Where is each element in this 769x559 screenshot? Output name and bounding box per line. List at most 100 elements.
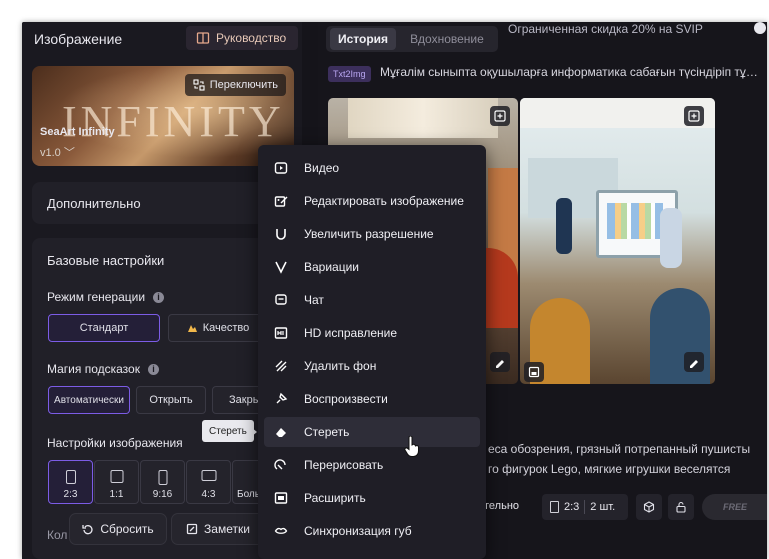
menu-item-reproduce[interactable]: Воспроизвести [264, 384, 480, 414]
brush-icon[interactable] [490, 352, 510, 372]
image-settings-label: Настройки изображения [47, 436, 183, 450]
menu-label: Синхронизация губ [304, 524, 412, 538]
footer-partial-label: Кол [47, 528, 68, 542]
save-icon[interactable] [524, 362, 544, 382]
model-version: v1.0 ﹀ [40, 144, 75, 160]
tab-inspiration[interactable]: Вдохновение [400, 28, 494, 50]
menu-item-lip-sync[interactable]: Синхронизация губ [264, 516, 480, 546]
quality-icon [187, 324, 197, 332]
reset-button[interactable]: Сбросить [70, 514, 166, 544]
tab-history[interactable]: История [330, 28, 396, 50]
ratio-4-3[interactable]: 4:3 [186, 460, 231, 504]
reset-label: Сбросить [100, 522, 154, 536]
advanced-section[interactable]: Дополнительно [32, 182, 294, 224]
menu-item-redraw[interactable]: Перерисовать [264, 450, 480, 480]
reproduce-icon [272, 390, 290, 408]
add-icon[interactable] [684, 106, 704, 126]
app-window: Изображение Руководство INFINITY Переклю… [22, 22, 767, 559]
prompt-text-line-1: еса обозрения, грязный потрепанный пушис… [488, 442, 751, 456]
prompt-magic-label: Магия подсказок i [47, 362, 159, 376]
hand-cursor-icon [404, 436, 419, 457]
ratio-label: 1:1 [109, 489, 124, 500]
tooltip: Стереть [202, 420, 254, 442]
mode-quality-button[interactable]: Качество [168, 314, 268, 342]
menu-item-edit-image[interactable]: Редактировать изображение [264, 186, 480, 216]
mode-standard-button[interactable]: Стандарт [48, 314, 160, 342]
menu-item-erase[interactable]: Стереть [264, 417, 480, 447]
menu-item-hd-fix[interactable]: HD исправление [264, 318, 480, 348]
menu-label: Расширить [304, 491, 366, 505]
menu-item-variations[interactable]: Вариации [264, 252, 480, 282]
ratio-portrait-icon [65, 470, 76, 484]
ratio-label: 2:3 [63, 489, 78, 500]
chat-icon [272, 291, 290, 309]
context-menu: Видео Редактировать изображение Увеличит… [258, 145, 486, 559]
generation-mode-label: Режим генерации i [47, 290, 165, 304]
upscale-icon [272, 225, 290, 243]
avatar[interactable] [754, 22, 766, 34]
ratio-square-icon [110, 470, 123, 483]
panel-title: Изображение [34, 31, 123, 47]
free-label: FREE [722, 502, 747, 512]
bottom-ratio: 2:3 [564, 501, 580, 513]
magic-open-button[interactable]: Открыть [136, 386, 206, 414]
menu-label: Перерисовать [304, 458, 384, 472]
ratio-2-3[interactable]: 2:3 [48, 460, 93, 504]
generation-mode-text: Режим генерации [47, 290, 146, 304]
cube-button[interactable] [636, 494, 662, 520]
brush-icon[interactable] [684, 352, 704, 372]
guide-label: Руководство [216, 31, 287, 45]
menu-item-remove-bg[interactable]: Удалить фон [264, 351, 480, 381]
eraser-icon [272, 423, 290, 441]
menu-label: Вариации [304, 260, 360, 274]
menu-item-video[interactable]: Видео [264, 153, 480, 183]
cube-icon [643, 501, 655, 513]
guide-button[interactable]: Руководство [186, 26, 298, 50]
remove-bg-icon [272, 357, 290, 375]
lock-button[interactable] [668, 494, 694, 520]
hd-fix-icon [272, 324, 290, 342]
menu-label: Стереть [304, 425, 350, 439]
bottom-count: 2 шт. [590, 501, 616, 513]
info-icon[interactable]: i [153, 292, 165, 304]
info-icon[interactable]: i [147, 364, 159, 376]
task-prompt[interactable]: Мұғалім сыныпта оқушыларға информатика с… [380, 65, 760, 79]
advanced-partial[interactable]: тельно [484, 500, 519, 512]
banner-text: INFINITY [62, 97, 285, 146]
ratio-label: 4:3 [201, 489, 216, 500]
menu-label: Чат [304, 293, 324, 307]
switch-model-button[interactable]: Переключить [184, 74, 286, 96]
ratio-9-16[interactable]: 9:16 [140, 460, 185, 504]
add-icon[interactable] [490, 106, 510, 126]
model-card[interactable]: INFINITY Переключить SeaArt Infinity v1.… [32, 66, 294, 166]
unlock-icon [676, 501, 686, 513]
variations-icon [272, 258, 290, 276]
result-image-2[interactable] [520, 98, 715, 384]
ratio-count-selector[interactable]: 2:3 2 шт. [542, 494, 628, 520]
ratio-1-1[interactable]: 1:1 [94, 460, 139, 504]
prompt-text-line-2: го фигурок Lego, мягкие игрушки веселятс… [488, 462, 731, 476]
menu-label: Воспроизвести [304, 392, 388, 406]
promo-banner[interactable]: Ограниченная скидка 20% на SVIP [508, 22, 703, 36]
prompt-magic-text: Магия подсказок [47, 362, 140, 376]
advanced-label: Дополнительно [47, 196, 141, 211]
ratio-icon [550, 501, 559, 513]
chevron-down-icon[interactable]: ﹀ [64, 147, 75, 159]
task-badge: Txt2Img [328, 66, 371, 82]
ratio-landscape-icon [201, 470, 216, 481]
menu-label: HD исправление [304, 326, 397, 340]
menu-item-expand[interactable]: Расширить [264, 483, 480, 513]
menu-item-upscale[interactable]: Увеличить разрешение [264, 219, 480, 249]
generate-button[interactable]: FREE [702, 494, 767, 520]
ceiling-light [348, 98, 498, 138]
menu-label: Редактировать изображение [304, 194, 464, 208]
menu-label: Видео [304, 161, 340, 175]
notes-button[interactable]: Заметки [172, 514, 264, 544]
version-label: v1.0 [40, 147, 61, 159]
menu-item-chat[interactable]: Чат [264, 285, 480, 315]
model-name: SeaArt Infinity [40, 126, 115, 138]
magic-auto-button[interactable]: Автоматически [48, 386, 130, 414]
edit-image-icon [272, 192, 290, 210]
student-standing [660, 208, 682, 268]
redraw-icon [272, 456, 290, 474]
